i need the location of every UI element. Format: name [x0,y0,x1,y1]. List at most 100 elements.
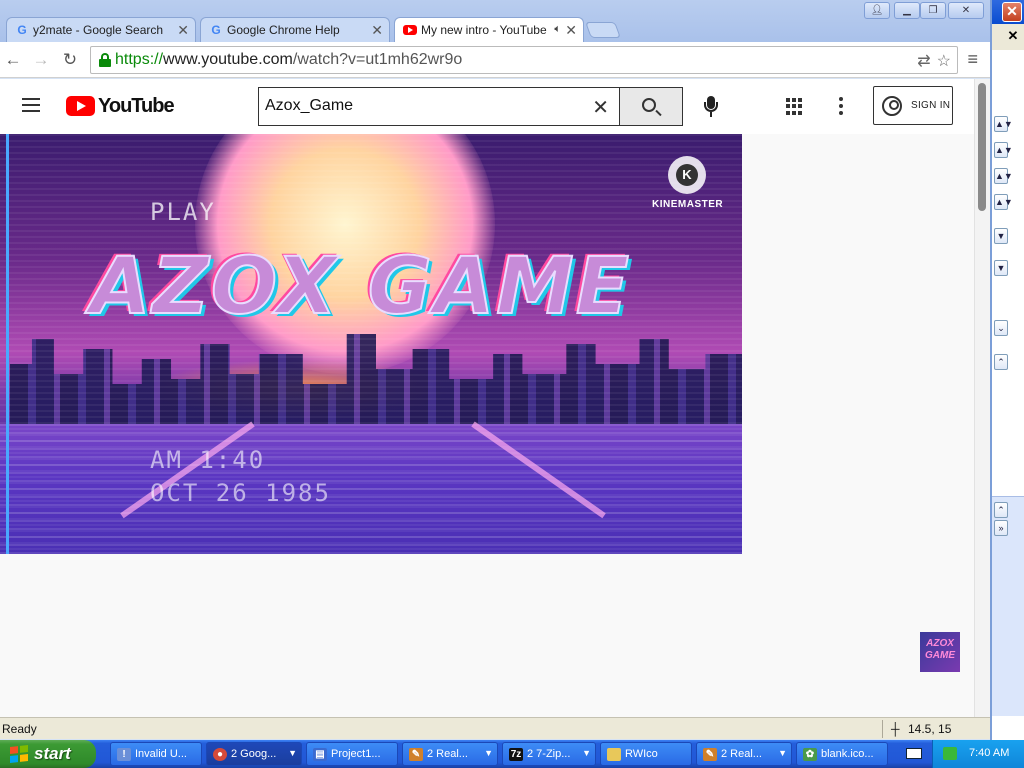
tab-chrome-help[interactable]: G Google Chrome Help ✕ [200,17,390,42]
group-dropdown-icon: ▼ [288,748,297,758]
youtube-play-icon [66,96,95,116]
sign-in-button[interactable]: SIGN IN [873,86,953,125]
search-icon [642,98,656,112]
omnibox-actions: ⇄ ☆ [911,51,951,71]
video-edge-bar [6,134,9,554]
more-chevron-icon[interactable]: » [994,520,1008,536]
translate-icon[interactable]: ⇄ [917,53,930,70]
system-tray: 7:40 AM [932,740,1024,768]
close-window-button[interactable]: ✕ [948,2,984,19]
tab-title: Google Chrome Help [227,23,340,37]
chrome-window: G y2mate - Google Search ✕ G Google Chro… [0,0,992,740]
youtube-header: YouTube Azox_Game ✕ SIGN IN [0,79,974,134]
realworld-icon: ✎ [409,748,423,761]
keyboard-language-icon[interactable] [906,748,922,759]
clear-search-icon[interactable]: ✕ [592,95,609,120]
taskbar-item[interactable]: ▤ Project1... [306,742,398,766]
page-scrollbar[interactable] [974,79,990,717]
spinner-control[interactable]: ▲▼ [994,168,1013,184]
search-button[interactable] [619,87,683,126]
7zip-icon: 7z [509,748,523,761]
vb-project-icon: ▤ [313,748,327,761]
folder-icon [607,748,621,761]
dropdown-arrow-icon[interactable]: ▼ [994,228,1008,244]
realworld-icon: ✎ [703,748,717,761]
video-timestamp-date: OCT 26 1985 [150,479,331,507]
background-window-close-button[interactable]: ✕ [1002,2,1022,22]
url-text[interactable]: https://www.youtube.com/watch?v=ut1mh62w… [115,51,462,69]
more-options-icon[interactable] [839,97,843,115]
taskbar-item[interactable]: ✿ blank.ico... [796,742,888,766]
paint-icon: ✿ [803,748,817,761]
taskbar-item[interactable]: ● 2 Goog... ▼ [206,742,302,766]
group-dropdown-icon: ▼ [582,748,591,758]
search-input[interactable]: Azox_Game ✕ [258,87,620,126]
reload-icon[interactable]: ↻ [60,50,80,70]
lock-icon [99,53,111,67]
tab-y2mate[interactable]: G y2mate - Google Search ✕ [6,17,196,42]
scrollbar-thumb[interactable] [978,83,986,211]
apps-grid-icon[interactable] [786,98,803,115]
video-player[interactable]: PLAY AZOX GAME AM 1:40 OCT 26 1985 KINEM… [0,134,742,554]
account-icon [882,96,902,116]
channel-branding-watermark[interactable]: AZOX GAME [920,632,960,672]
hamburger-menu-icon[interactable] [22,98,40,112]
minimize-button[interactable]: ▁ [894,2,920,19]
tab-youtube[interactable]: My new intro - YouTube 🔈︎ ✕ [394,17,584,42]
tab-strip: G y2mate - Google Search ✕ G Google Chro… [0,0,990,42]
spinner-control[interactable]: ▲▼ [994,142,1013,158]
tab-close-icon[interactable]: ✕ [371,22,383,39]
google-icon: G [211,23,221,37]
chrome-menu-icon[interactable]: ≡ [967,50,978,68]
youtube-icon [403,25,417,35]
collapse-chevron-icon[interactable]: ⌃ [994,502,1008,518]
warning-window-icon: ! [117,748,131,761]
video-scanlines [0,134,742,554]
browser-toolbar: ← → ↻ https://www.youtube.com/watch?v=ut… [0,42,990,78]
taskbar-item[interactable]: RWIco [600,742,692,766]
audio-playing-icon[interactable]: 🔈︎ [554,23,561,36]
crosshair-icon: ┼ [891,722,900,736]
status-bar: Ready ┼ 14.5, 15 [0,717,990,739]
windows-taskbar: start ! Invalid U... ● 2 Goog... ▼ ▤ Pro… [0,740,1024,768]
spinner-control[interactable]: ▲▼ [994,116,1013,132]
group-dropdown-icon: ▼ [778,748,787,758]
new-tab-button[interactable] [585,22,621,38]
status-divider [882,720,883,738]
search-bar: Azox_Game ✕ [258,87,684,126]
back-arrow-icon[interactable]: ← [3,50,23,70]
status-text: Ready [2,722,37,736]
forward-arrow-icon[interactable]: → [31,50,51,70]
start-button[interactable]: start [0,740,96,768]
taskbar-item[interactable]: ! Invalid U... [110,742,202,766]
user-profile-button[interactable]: 👤︎ [864,2,890,19]
cursor-coords: 14.5, 15 [908,722,952,736]
taskbar-item[interactable]: ✎ 2 Real... ▼ [402,742,498,766]
video-timestamp-time: AM 1:40 [150,446,266,474]
dropdown-arrow-icon[interactable]: ▼ [994,260,1008,276]
taskbar-item[interactable]: 7z 2 7-Zip... ▼ [502,742,596,766]
bookmark-star-icon[interactable]: ☆ [937,53,951,70]
taskbar-clock[interactable]: 7:40 AM [969,747,1009,759]
taskbar-item[interactable]: ✎ 2 Real... ▼ [696,742,792,766]
close-icon[interactable]: ✕ [1006,29,1020,43]
video-play-overlay-text: PLAY [150,198,216,226]
tab-close-icon[interactable]: ✕ [565,22,577,39]
tab-close-icon[interactable]: ✕ [177,22,189,39]
video-title-graphic: AZOX GAME [89,241,632,333]
expand-chevron-icon[interactable]: ⌄ [994,320,1008,336]
google-icon: G [17,23,27,37]
collapse-chevron-icon[interactable]: ⌃ [994,354,1008,370]
kinemaster-watermark: KINEMASTER [652,156,723,216]
windows-logo-icon [10,745,28,763]
spinner-control[interactable]: ▲▼ [994,194,1013,210]
tab-title: y2mate - Google Search [33,23,164,37]
kinemaster-logo-icon [668,156,706,194]
maximize-button[interactable]: ❐ [920,2,946,19]
group-dropdown-icon: ▼ [484,748,493,758]
youtube-page: YouTube Azox_Game ✕ SIGN IN PLAY AZOX GA… [0,79,974,717]
chrome-icon: ● [213,748,227,761]
network-tray-icon[interactable] [943,747,957,760]
microphone-icon[interactable] [704,96,718,118]
address-bar[interactable]: https://www.youtube.com/watch?v=ut1mh62w… [90,46,958,74]
